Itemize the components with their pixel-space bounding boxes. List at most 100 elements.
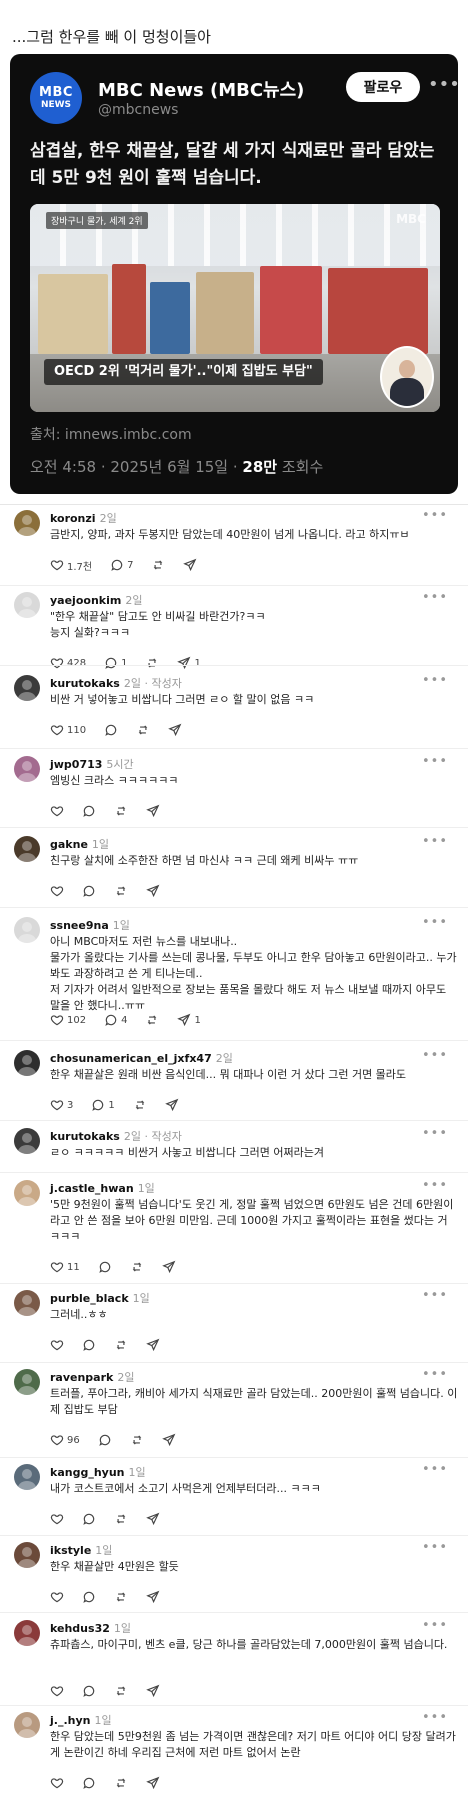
username-text[interactable]: jwp0713 (50, 758, 102, 771)
repost-button[interactable] (130, 1260, 144, 1274)
comment-more-icon[interactable]: ••• (422, 590, 448, 605)
share-button[interactable] (161, 1260, 176, 1274)
comment-more-icon[interactable]: ••• (422, 834, 448, 849)
share-button[interactable] (164, 1098, 179, 1112)
embedded-news-post[interactable]: MBC NEWS MBC News (MBC뉴스) @mbcnews 팔로우 •… (10, 54, 458, 494)
like-button[interactable] (50, 804, 64, 818)
repost-button[interactable] (114, 1776, 128, 1790)
reply-button[interactable] (82, 1684, 96, 1698)
repost-button[interactable] (151, 558, 165, 572)
username-text[interactable]: j.castle_hwan (50, 1182, 134, 1195)
reply-button[interactable] (82, 1590, 96, 1604)
reply-button[interactable] (98, 1260, 112, 1274)
like-button[interactable]: 110 (50, 723, 86, 737)
comment-more-icon[interactable]: ••• (422, 754, 448, 769)
comment-more-icon[interactable]: ••• (422, 1126, 448, 1141)
like-button[interactable] (50, 1684, 64, 1698)
username-text[interactable]: koronzi (50, 512, 96, 525)
share-button[interactable] (146, 1684, 160, 1698)
avatar[interactable] (14, 1464, 40, 1490)
repost-button[interactable] (133, 1098, 147, 1112)
username-text[interactable]: kurutokaks (50, 1130, 120, 1143)
comment-username[interactable]: kurutokaks 2일 · 작성자 (50, 675, 182, 691)
like-button[interactable]: 96 (50, 1433, 80, 1447)
username-text[interactable]: kehdus32 (50, 1622, 110, 1635)
username-text[interactable]: kurutokaks (50, 677, 120, 690)
like-button[interactable]: 11 (50, 1260, 80, 1274)
more-options-icon[interactable]: ••• (428, 74, 458, 95)
comment-more-icon[interactable]: ••• (422, 673, 448, 688)
share-button[interactable] (146, 884, 160, 898)
comment-username[interactable]: kehdus32 1일 (50, 1620, 131, 1636)
comment-username[interactable]: kurutokaks 2일 · 작성자 (50, 1128, 182, 1144)
avatar[interactable] (14, 917, 40, 943)
repost-button[interactable] (114, 1590, 128, 1604)
reply-button[interactable]: 7 (110, 558, 133, 572)
comment-username[interactable]: j._.hyn 1일 (50, 1712, 112, 1728)
like-button[interactable]: 102 (50, 1013, 86, 1027)
comment-more-icon[interactable]: ••• (422, 1462, 448, 1477)
like-button[interactable] (50, 1776, 64, 1790)
share-button[interactable] (183, 558, 197, 572)
comment-more-icon[interactable]: ••• (422, 1540, 448, 1555)
share-button[interactable] (146, 1590, 160, 1604)
like-button[interactable]: 3 (50, 1098, 73, 1112)
like-button[interactable]: 1.7천 (50, 558, 92, 573)
comment-username[interactable]: ravenpark 2일 (50, 1369, 134, 1385)
comment-more-icon[interactable]: ••• (422, 1288, 448, 1303)
username-text[interactable]: j._.hyn (50, 1714, 90, 1727)
comment-more-icon[interactable]: ••• (422, 1178, 448, 1193)
repost-button[interactable] (136, 723, 150, 737)
comment-more-icon[interactable]: ••• (422, 1367, 448, 1382)
reply-button[interactable] (104, 723, 118, 737)
avatar[interactable] (14, 1712, 40, 1738)
comment-more-icon[interactable]: ••• (422, 1618, 448, 1633)
repost-button[interactable] (145, 1013, 159, 1027)
mbc-news-logo[interactable]: MBC NEWS (30, 72, 82, 124)
avatar[interactable] (14, 1620, 40, 1646)
share-button[interactable] (168, 723, 182, 737)
comment-username[interactable]: j.castle_hwan 1일 (50, 1180, 155, 1196)
share-button[interactable] (146, 1776, 160, 1790)
share-button[interactable]: 1 (177, 1013, 201, 1027)
username-text[interactable]: chosunamerican_el_jxfx47 (50, 1052, 212, 1065)
avatar[interactable] (14, 510, 40, 536)
username-text[interactable]: purble_black (50, 1292, 129, 1305)
reply-button[interactable]: 1 (91, 1098, 115, 1112)
username-text[interactable]: kangg_hyun (50, 1466, 124, 1479)
repost-button[interactable] (114, 884, 128, 898)
reply-button[interactable] (82, 1776, 96, 1790)
like-button[interactable] (50, 1590, 64, 1604)
comment-username[interactable]: purble_black 1일 (50, 1290, 150, 1306)
share-button[interactable] (146, 1338, 160, 1352)
reply-button[interactable]: 1 (104, 656, 127, 670)
post-author-name[interactable]: MBC News (MBC뉴스) (98, 76, 304, 102)
reply-button[interactable] (82, 1512, 96, 1526)
avatar[interactable] (14, 1369, 40, 1395)
reply-button[interactable] (98, 1433, 112, 1447)
avatar[interactable] (14, 1290, 40, 1316)
avatar[interactable] (14, 756, 40, 782)
comment-more-icon[interactable]: ••• (422, 1048, 448, 1063)
comment-username[interactable]: gakne 1일 (50, 836, 109, 852)
comment-username[interactable]: koronzi 2일 (50, 510, 117, 526)
repost-button[interactable] (114, 1512, 128, 1526)
username-text[interactable]: ssnee9na (50, 919, 109, 932)
like-button[interactable] (50, 884, 64, 898)
post-source[interactable]: 출처: imnews.imbc.com (30, 424, 192, 444)
username-text[interactable]: yaejoonkim (50, 594, 121, 607)
avatar[interactable] (14, 1050, 40, 1076)
comment-username[interactable]: kangg_hyun 1일 (50, 1464, 146, 1480)
share-button[interactable] (146, 1512, 160, 1526)
comment-username[interactable]: chosunamerican_el_jxfx47 2일 (50, 1050, 233, 1066)
username-text[interactable]: ravenpark (50, 1371, 113, 1384)
repost-button[interactable] (114, 804, 128, 818)
news-video-thumbnail[interactable]: 장바구니 물가, 세계 2위 MBC OECD 2위 '먹거리 물가'.."이제… (30, 204, 440, 412)
reply-button[interactable] (82, 1338, 96, 1352)
username-text[interactable]: gakne (50, 838, 88, 851)
avatar[interactable] (14, 836, 40, 862)
repost-button[interactable] (114, 1338, 128, 1352)
comment-username[interactable]: yaejoonkim 2일 (50, 592, 142, 608)
avatar[interactable] (14, 592, 40, 618)
repost-button[interactable] (145, 656, 159, 670)
